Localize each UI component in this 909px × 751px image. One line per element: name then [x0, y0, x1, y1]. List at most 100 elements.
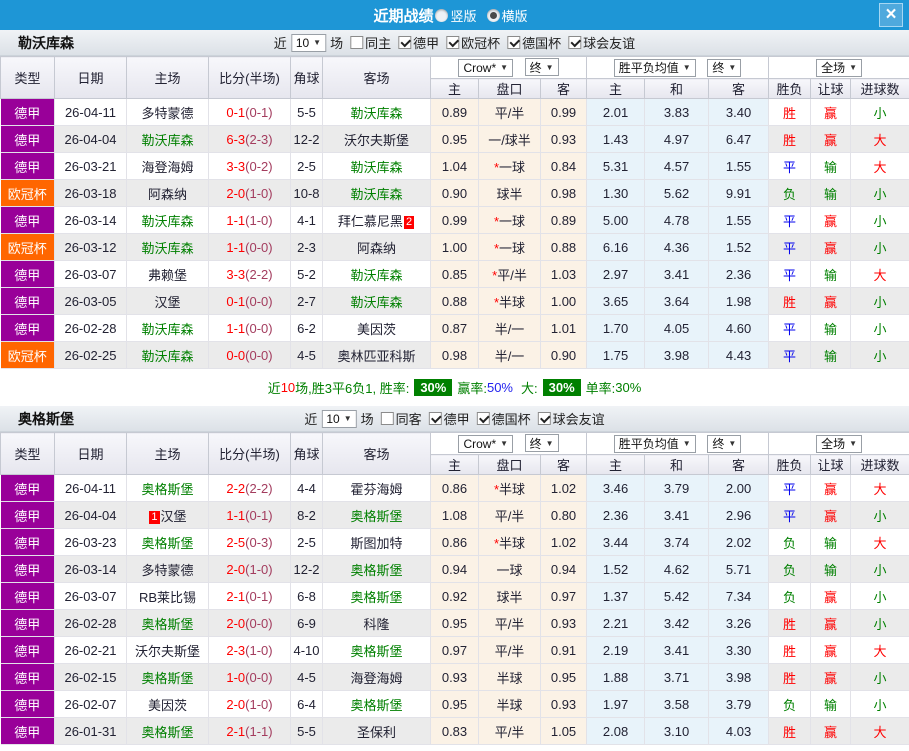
- home-team-cell[interactable]: 奥格斯堡: [127, 475, 209, 502]
- home-team-cell[interactable]: 奥格斯堡: [127, 664, 209, 691]
- home-team-cell[interactable]: 勒沃库森: [127, 126, 209, 153]
- odds-final-select[interactable]: 终▼: [525, 434, 559, 452]
- away-team-cell[interactable]: 勒沃库森: [323, 180, 431, 207]
- odds-final-select[interactable]: 终▼: [525, 58, 559, 76]
- same-venue-checkbox[interactable]: [350, 36, 363, 49]
- dialog-titlebar: 近期战绩 竖版 横版 ×: [0, 0, 909, 30]
- home-team-cell[interactable]: 美因茨: [127, 691, 209, 718]
- away-team-cell[interactable]: 奥格斯堡: [323, 583, 431, 610]
- sub-header-avg-home: 主: [587, 455, 645, 475]
- avg-final-select[interactable]: 终▼: [707, 59, 741, 77]
- table-row: 德甲 26-04-04 勒沃库森 6-3(2-3) 12-2 沃尔夫斯堡 0.9…: [1, 126, 909, 153]
- corner-cell: 6-4: [291, 691, 323, 718]
- result-handicap-cell: 输: [811, 556, 851, 583]
- date-cell: 26-03-07: [55, 583, 127, 610]
- league-checkbox[interactable]: [538, 412, 551, 425]
- avg-away-cell: 6.47: [709, 126, 769, 153]
- handicap-cell: *半球: [479, 475, 541, 502]
- full-match-select[interactable]: 全场▼: [816, 435, 862, 453]
- match-count-select[interactable]: 10 ▼: [291, 34, 326, 52]
- home-team-cell[interactable]: 多特蒙德: [127, 99, 209, 126]
- league-type-cell: 德甲: [1, 556, 55, 583]
- league-checkbox[interactable]: [429, 412, 442, 425]
- home-team-cell[interactable]: 勒沃库森: [127, 234, 209, 261]
- avg-final-value: 终: [712, 59, 724, 76]
- home-team-cell[interactable]: 1汉堡: [127, 502, 209, 529]
- avg-final-select[interactable]: 终▼: [707, 435, 741, 453]
- away-team-cell[interactable]: 奥林匹亚科斯: [323, 342, 431, 369]
- home-team-cell[interactable]: 弗赖堡: [127, 261, 209, 288]
- sub-header-handicap: 盘口: [479, 79, 541, 99]
- avg-select[interactable]: 胜平负均值▼: [614, 59, 696, 77]
- league-checkbox[interactable]: [507, 36, 520, 49]
- odds-home-cell: 0.87: [431, 315, 479, 342]
- result-handicap-cell: 赢: [811, 126, 851, 153]
- home-team-cell[interactable]: 阿森纳: [127, 180, 209, 207]
- away-team-cell[interactable]: 勒沃库森: [323, 261, 431, 288]
- away-team-cell[interactable]: 沃尔夫斯堡: [323, 126, 431, 153]
- handicap-cell: *平/半: [479, 261, 541, 288]
- table-row: 德甲 26-02-28 勒沃库森 1-1(0-0) 6-2 美因茨 0.87 半…: [1, 315, 909, 342]
- full-match-select[interactable]: 全场▼: [816, 59, 862, 77]
- away-team-cell[interactable]: 斯图加特: [323, 529, 431, 556]
- home-team-cell[interactable]: 奥格斯堡: [127, 718, 209, 745]
- home-team-cell[interactable]: RB莱比锡: [127, 583, 209, 610]
- odds-away-cell: 0.80: [541, 502, 587, 529]
- chevron-down-icon: ▼: [500, 63, 508, 72]
- away-team-cell[interactable]: 海登海姆: [323, 664, 431, 691]
- away-team-cell[interactable]: 美因茨: [323, 315, 431, 342]
- match-count-select[interactable]: 10 ▼: [321, 410, 356, 428]
- sub-header-avg-away: 客: [709, 79, 769, 99]
- section-header: 奥格斯堡 近 10 ▼ 场 同客 德甲德国杯球会友谊: [0, 406, 909, 432]
- league-checkbox[interactable]: [446, 36, 459, 49]
- avg-select[interactable]: 胜平负均值▼: [614, 435, 696, 453]
- league-checkbox[interactable]: [477, 412, 490, 425]
- away-team-cell[interactable]: 勒沃库森: [323, 288, 431, 315]
- home-team-cell[interactable]: 海登海姆: [127, 153, 209, 180]
- away-team-cell[interactable]: 霍芬海姆: [323, 475, 431, 502]
- odds-home-cell: 0.95: [431, 126, 479, 153]
- away-team-cell[interactable]: 科隆: [323, 610, 431, 637]
- corner-cell: 4-5: [291, 664, 323, 691]
- corner-cell: 8-2: [291, 502, 323, 529]
- league-checkbox[interactable]: [398, 36, 411, 49]
- match-count-value: 10: [296, 36, 309, 50]
- league-checkbox[interactable]: [568, 36, 581, 49]
- home-team-cell[interactable]: 勒沃库森: [127, 342, 209, 369]
- avg-away-cell: 4.03: [709, 718, 769, 745]
- away-team-cell[interactable]: 奥格斯堡: [323, 691, 431, 718]
- away-team-cell[interactable]: 奥格斯堡: [323, 556, 431, 583]
- odds-home-cell: 0.99: [431, 207, 479, 234]
- home-team-cell[interactable]: 汉堡: [127, 288, 209, 315]
- odds-source-select[interactable]: Crow*▼: [458, 435, 513, 453]
- vertical-layout-radio[interactable]: [435, 9, 448, 22]
- home-team-cell[interactable]: 沃尔夫斯堡: [127, 637, 209, 664]
- result-wdl-cell: 平: [769, 475, 811, 502]
- same-venue-checkbox[interactable]: [381, 412, 394, 425]
- horizontal-layout-radio[interactable]: [487, 9, 500, 22]
- away-team-cell[interactable]: 阿森纳: [323, 234, 431, 261]
- result-wdl-cell: 负: [769, 583, 811, 610]
- odds-source-select[interactable]: Crow*▼: [458, 59, 513, 77]
- odds-away-cell: 0.93: [541, 691, 587, 718]
- away-team-cell[interactable]: 奥格斯堡: [323, 502, 431, 529]
- away-team-cell[interactable]: 勒沃库森: [323, 99, 431, 126]
- home-team-cell[interactable]: 勒沃库森: [127, 207, 209, 234]
- chevron-down-icon: ▼: [683, 439, 691, 448]
- handicap-cell: *半球: [479, 529, 541, 556]
- away-team-cell[interactable]: 勒沃库森: [323, 153, 431, 180]
- result-goals-cell: 小: [851, 583, 909, 610]
- home-team-cell[interactable]: 勒沃库森: [127, 315, 209, 342]
- away-team-cell[interactable]: 圣保利: [323, 718, 431, 745]
- home-team-cell[interactable]: 奥格斯堡: [127, 610, 209, 637]
- sub-header-handicap-result: 让球: [811, 455, 851, 475]
- away-team-cell[interactable]: 奥格斯堡: [323, 637, 431, 664]
- big-label: 大:: [521, 378, 538, 397]
- score-cell: 2-1(0-1): [209, 583, 291, 610]
- close-button[interactable]: ×: [879, 3, 903, 27]
- home-team-cell[interactable]: 奥格斯堡: [127, 529, 209, 556]
- home-team-cell[interactable]: 多特蒙德: [127, 556, 209, 583]
- odds-home-cell: 0.95: [431, 610, 479, 637]
- date-cell: 26-03-07: [55, 261, 127, 288]
- away-team-cell[interactable]: 拜仁慕尼黑2: [323, 207, 431, 234]
